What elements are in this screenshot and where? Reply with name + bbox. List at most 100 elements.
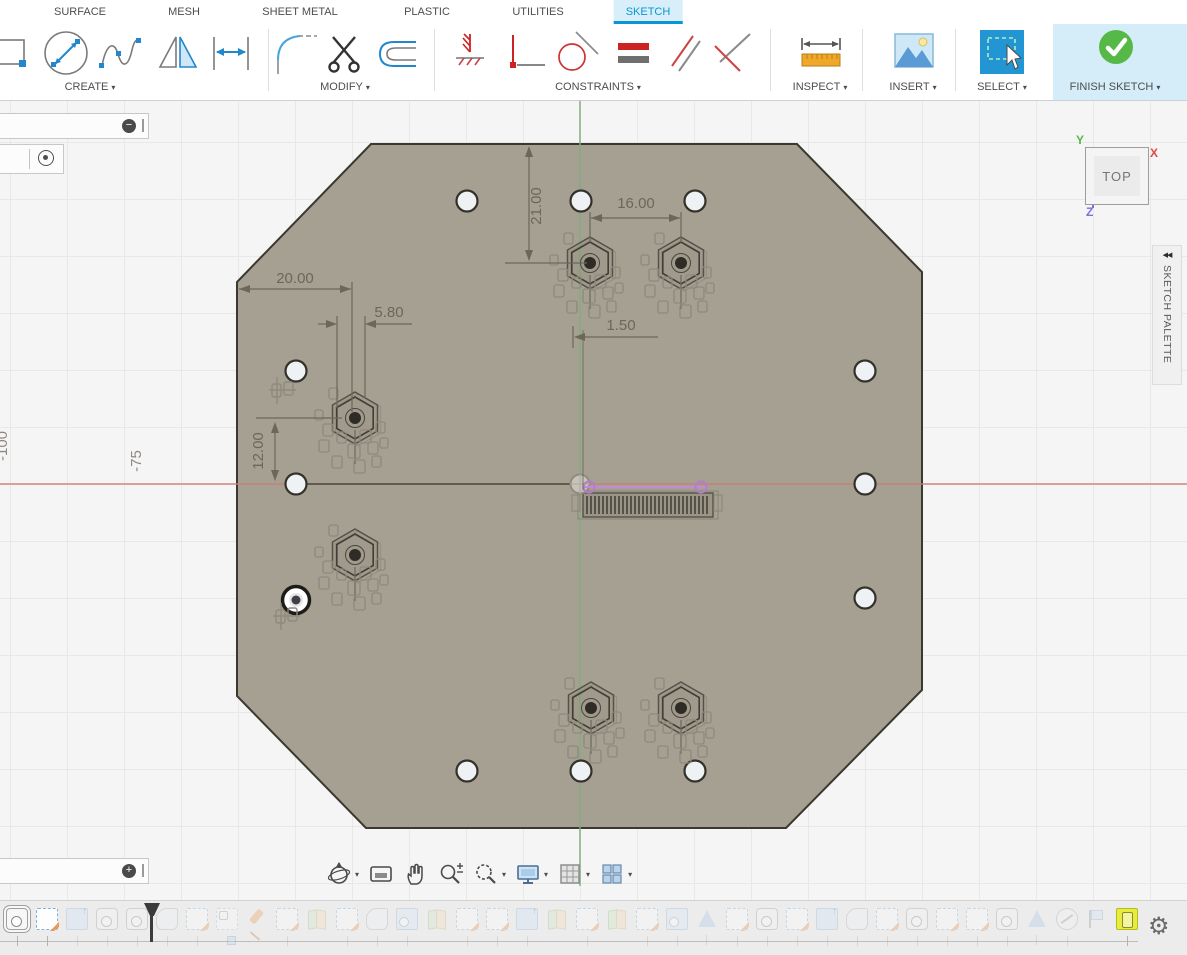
- timeline-feature-sketch[interactable]: [876, 908, 898, 930]
- zoom-window-tool[interactable]: ▾: [473, 861, 506, 887]
- timeline-feature-sketch[interactable]: [456, 908, 478, 930]
- timeline-feature-component[interactable]: [756, 908, 778, 930]
- timeline-feature-sketch-active[interactable]: [1116, 908, 1138, 930]
- finish-sketch-check-icon[interactable]: [1097, 28, 1135, 66]
- insert-image-icon[interactable]: [893, 30, 935, 74]
- expand-button[interactable]: +: [122, 864, 136, 878]
- timeline-feature-extrude[interactable]: [66, 908, 88, 930]
- expand-panel-icon[interactable]: ◀◀: [1153, 246, 1181, 259]
- timeline-feature-form[interactable]: [846, 908, 868, 930]
- finish-sketch-block[interactable]: FINISH SKETCH▾: [1053, 24, 1187, 100]
- timeline-playhead[interactable]: [144, 903, 160, 943]
- timeline-feature-sketch[interactable]: [786, 908, 808, 930]
- timeline-feature-mirror[interactable]: [306, 908, 328, 930]
- dim-16[interactable]: 16.00: [617, 195, 655, 212]
- timeline-feature-extrude[interactable]: [516, 908, 538, 930]
- tab-sketch[interactable]: SKETCH: [614, 0, 683, 24]
- select-window-icon[interactable]: [980, 30, 1024, 74]
- timeline-feature-sketch[interactable]: [336, 908, 358, 930]
- timeline-feature-component[interactable]: [96, 908, 118, 930]
- dim-20[interactable]: 20.00: [276, 270, 314, 287]
- timeline-feature-component[interactable]: [906, 908, 928, 930]
- sketch-canvas[interactable]: 21.00 16.00 20.00 5.80 1.50 12.00 -100 -…: [0, 100, 1187, 900]
- origin-visibility-icon[interactable]: [38, 150, 54, 166]
- timeline-feature-sketch[interactable]: [576, 908, 598, 930]
- timeline-feature-extrude[interactable]: [816, 908, 838, 930]
- trim-icon[interactable]: [322, 30, 366, 74]
- mirror-icon[interactable]: [156, 30, 200, 74]
- sketch-palette-tab[interactable]: ◀◀ SKETCH PALETTE: [1152, 245, 1182, 385]
- tab-surface[interactable]: SURFACE: [42, 0, 118, 24]
- display-settings-tool[interactable]: ▾: [515, 861, 548, 887]
- fillet-icon[interactable]: [272, 30, 318, 74]
- select-dropdown[interactable]: SELECT▾: [977, 81, 1027, 93]
- highlighted-hole[interactable]: [283, 587, 310, 614]
- panel-grip[interactable]: [142, 119, 144, 132]
- dim-21[interactable]: 21.00: [528, 187, 545, 225]
- timeline-feature-form[interactable]: [366, 908, 388, 930]
- coincident-constraint-icon[interactable]: [452, 32, 488, 72]
- grid-layout-tool[interactable]: ▾: [557, 861, 590, 887]
- inspect-dropdown[interactable]: INSPECT▾: [793, 81, 848, 93]
- collapse-button[interactable]: −: [122, 119, 136, 133]
- tab-utilities[interactable]: UTILITIES: [500, 0, 575, 24]
- constraints-dropdown[interactable]: CONSTRAINTS▾: [555, 81, 641, 93]
- finish-sketch-label[interactable]: FINISH SKETCH▾: [1070, 81, 1161, 93]
- tab-plastic[interactable]: PLASTIC: [392, 0, 462, 24]
- comments-collapsed-bar[interactable]: +: [0, 858, 149, 884]
- timeline-feature-component[interactable]: [6, 908, 28, 930]
- dim-5-80[interactable]: 5.80: [374, 304, 403, 321]
- sketch-origin[interactable]: [570, 474, 590, 494]
- perpendicular-constraint-icon[interactable]: [710, 30, 754, 74]
- equal-constraint-icon[interactable]: [616, 32, 652, 72]
- timeline-feature-sketch[interactable]: [36, 908, 58, 930]
- timeline-feature-triangle[interactable]: [696, 908, 718, 930]
- timeline-feature-joint[interactable]: [216, 908, 238, 930]
- tangent-constraint-icon[interactable]: [552, 30, 600, 74]
- circle-diameter-icon[interactable]: [40, 28, 92, 78]
- timeline-feature-sketch[interactable]: [726, 908, 748, 930]
- dimension-icon[interactable]: [208, 30, 254, 74]
- timeline-feature-component[interactable]: [996, 908, 1018, 930]
- timeline-feature-pin[interactable]: [246, 908, 268, 930]
- timeline-feature-link[interactable]: [1056, 908, 1078, 930]
- pan-tool[interactable]: [403, 861, 429, 887]
- viewports-tool[interactable]: ▾: [599, 861, 632, 887]
- parallel-constraint-icon[interactable]: [666, 30, 706, 74]
- timeline-feature-hole[interactable]: [396, 908, 418, 930]
- view-cube[interactable]: Y X Z TOP: [1070, 133, 1170, 228]
- timeline-settings-gear-icon[interactable]: ⚙: [1148, 909, 1170, 945]
- insert-dropdown[interactable]: INSERT▾: [889, 81, 936, 93]
- orbit-tool[interactable]: ▾: [326, 861, 359, 887]
- look-at-tool[interactable]: [368, 861, 394, 887]
- offset-icon[interactable]: [374, 30, 422, 74]
- timeline-feature-flag[interactable]: [1086, 908, 1108, 930]
- tab-sheet-metal[interactable]: SHEET METAL: [250, 0, 349, 24]
- timeline-feature-sketch[interactable]: [636, 908, 658, 930]
- browser-collapsed-bar[interactable]: −: [0, 113, 149, 139]
- timeline-feature-sketch[interactable]: [936, 908, 958, 930]
- tab-mesh[interactable]: MESH: [156, 0, 212, 24]
- timeline-feature-hole[interactable]: [666, 908, 688, 930]
- dim-1-50[interactable]: 1.50: [606, 317, 635, 334]
- modify-dropdown[interactable]: MODIFY▾: [320, 81, 370, 93]
- horizontal-vertical-constraint-icon[interactable]: [505, 32, 547, 72]
- timeline-feature-mirror[interactable]: [606, 908, 628, 930]
- connector-slot[interactable]: [572, 491, 722, 519]
- timeline-feature-sketch[interactable]: [486, 908, 508, 930]
- timeline-feature-triangle[interactable]: [1026, 908, 1048, 930]
- panel-grip[interactable]: [142, 864, 144, 877]
- sketch-drawing[interactable]: 21.00 16.00 20.00 5.80 1.50 12.00 -100 -…: [0, 100, 1187, 900]
- timeline-feature-mirror[interactable]: [426, 908, 448, 930]
- rectangle-tool-icon[interactable]: [0, 30, 30, 74]
- spline-icon[interactable]: [96, 30, 144, 74]
- origin-mini-toolbar[interactable]: [0, 144, 64, 174]
- timeline-feature-mirror[interactable]: [546, 908, 568, 930]
- timeline-feature-sketch[interactable]: [186, 908, 208, 930]
- timeline-feature-sketch[interactable]: [276, 908, 298, 930]
- dim-12[interactable]: 12.00: [250, 432, 267, 470]
- timeline-feature-sketch[interactable]: [966, 908, 988, 930]
- zoom-tool[interactable]: [438, 861, 464, 887]
- measure-icon[interactable]: [798, 36, 844, 72]
- view-cube-top-face[interactable]: TOP: [1085, 147, 1149, 205]
